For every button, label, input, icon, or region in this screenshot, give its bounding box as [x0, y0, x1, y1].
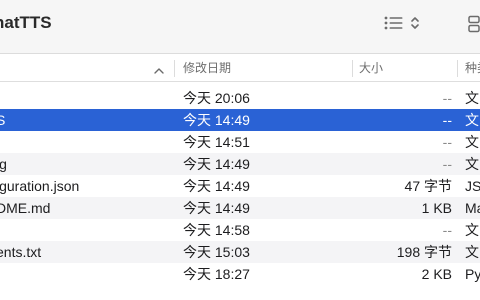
column-divider[interactable]: [457, 60, 458, 77]
column-divider[interactable]: [174, 60, 175, 77]
file-size: --: [442, 222, 452, 238]
file-row[interactable]: t 今天 14:51 -- 文: [0, 131, 480, 153]
file-date-modified: 今天 15:03: [183, 244, 250, 260]
file-size: 2 KB: [421, 266, 452, 282]
file-date-modified: 今天 14:51: [183, 134, 250, 150]
file-date-modified: 今天 20:06: [183, 90, 250, 106]
file-name: [0, 219, 172, 241]
file-date-modified: 今天 14:49: [183, 178, 250, 194]
file-kind: 文: [465, 244, 479, 260]
file-date-modified: 今天 14:49: [183, 200, 250, 216]
file-size: --: [442, 112, 452, 128]
column-header-bar: 修改日期 大小 种类: [0, 55, 480, 82]
file-kind: 文: [465, 134, 479, 150]
file-name: DME.md: [0, 200, 51, 216]
file-size: 47 字节: [404, 178, 452, 194]
file-kind: JS: [465, 178, 480, 194]
file-kind: 文: [465, 112, 479, 128]
file-row[interactable]: ents.txt 今天 15:03 198 字节文: [0, 241, 480, 263]
view-mode-button[interactable]: [384, 15, 420, 36]
file-date-modified: 今天 14:49: [183, 112, 250, 128]
file-row[interactable]: 今天 14:58 -- 文: [0, 219, 480, 241]
group-icon: [468, 15, 480, 37]
file-name: S: [0, 112, 6, 128]
file-name: ents.txt: [0, 244, 42, 260]
file-kind: 文: [465, 222, 479, 238]
file-kind: Ma: [465, 200, 480, 216]
file-list: 今天 20:06 -- 文 S 今天 14:49 -- 文 t 今天 14:51 -- 文 ig 今天 …: [0, 87, 480, 285]
file-size: 1 KB: [421, 200, 452, 216]
file-name: [0, 263, 172, 285]
file-kind: 文: [465, 90, 479, 106]
file-row[interactable]: 今天 18:27 2 KB Py: [0, 263, 480, 285]
column-header-kind[interactable]: 种类: [465, 55, 480, 82]
file-size: 198 字节: [396, 244, 452, 260]
file-kind: Py: [465, 266, 480, 282]
chevron-updown-icon: [410, 15, 420, 36]
file-row[interactable]: 今天 20:06 -- 文: [0, 87, 480, 109]
file-name: t: [0, 131, 172, 153]
column-header-date[interactable]: 修改日期: [183, 55, 231, 82]
file-date-modified: 今天 14:49: [183, 156, 250, 172]
file-row[interactable]: S 今天 14:49 -- 文: [0, 109, 480, 131]
file-name: iguration.json: [0, 178, 80, 194]
file-date-modified: 今天 18:27: [183, 266, 250, 282]
column-header-size[interactable]: 大小: [359, 55, 383, 82]
file-name: ig: [0, 156, 7, 172]
file-kind: 文: [465, 156, 479, 172]
toolbar: hatTTS: [0, 0, 480, 54]
file-size: --: [442, 156, 452, 172]
group-button[interactable]: [468, 15, 480, 38]
file-date-modified: 今天 14:58: [183, 222, 250, 238]
file-row[interactable]: DME.md 今天 14:49 1 KB Ma: [0, 197, 480, 219]
file-row[interactable]: ig 今天 14:49 -- 文: [0, 153, 480, 175]
file-size: --: [442, 90, 452, 106]
file-size: --: [442, 134, 452, 150]
window-title: hatTTS: [0, 13, 52, 32]
chevron-up-icon[interactable]: [153, 63, 165, 81]
file-row[interactable]: iguration.json 今天 14:49 47 字节 JS: [0, 175, 480, 197]
list-view-icon: [384, 15, 404, 36]
file-name: [0, 87, 172, 109]
column-divider[interactable]: [352, 60, 353, 77]
